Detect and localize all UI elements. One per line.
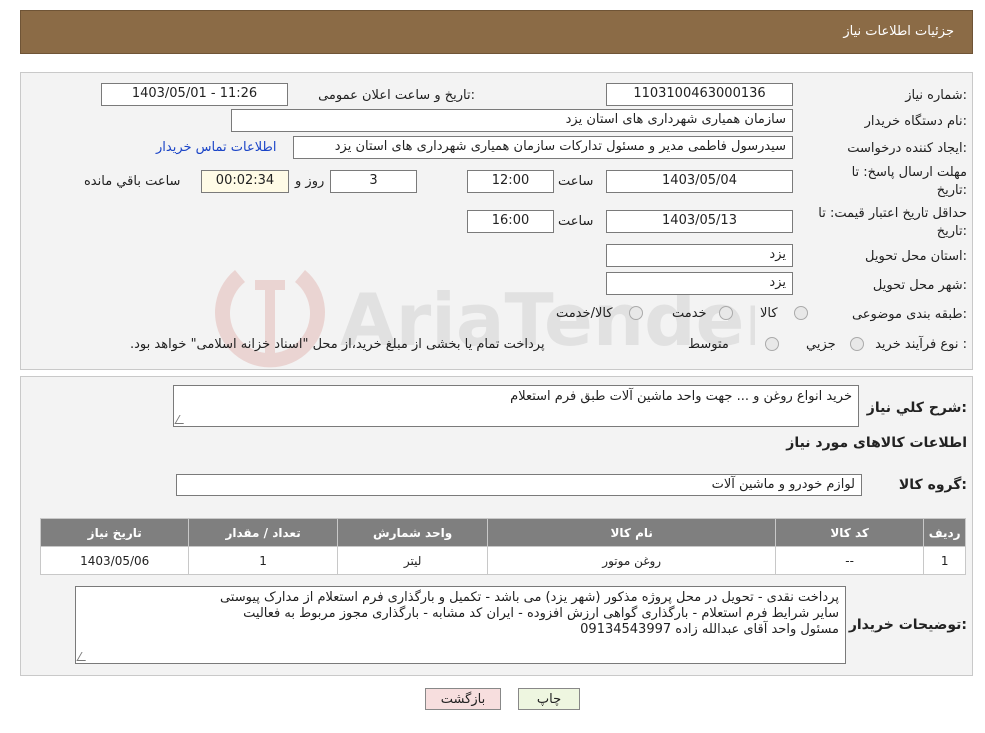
goods-info-title: اطلاعات کالاهای مورد نیاز [786,435,967,451]
days-field: 3 [330,170,417,193]
cell-qty: 1 [188,546,338,575]
cell-row: 1 [923,546,966,575]
items-table: ردیف کد کالا نام کالا واحد شمارش تعداد /… [39,518,966,575]
col-name: نام کالا [487,518,776,547]
cell-unit: لیتر [336,546,489,575]
col-qty: تعداد / مقدار [188,518,338,547]
desc-field[interactable]: خرید انواع روغن و ... جهت واحد ماشین آلا… [173,385,859,427]
group-label: گروه کالا: [898,477,967,493]
process-note: پرداخت تمام یا بخشی از مبلغ خرید،از محل … [130,337,545,352]
creator-label: ایجاد کننده درخواست: [847,141,967,156]
buyer-contact-link[interactable]: اطلاعات تماس خریدار [156,140,276,155]
validity-label-1: حداقل تاریخ اعتبار قیمت: تا [818,206,967,221]
col-code: کد کالا [774,518,925,547]
category-option-both: کالا/خدمت [556,306,613,321]
cell-name: روغن موتور [487,546,776,575]
city-label: شهر محل تحویل: [872,278,967,293]
category-option-service: خدمت [672,306,707,321]
notes-field[interactable]: پرداخت نقدی - تحویل در محل پروژه مذکور (… [75,586,846,664]
days-label: روز و [295,174,325,189]
buyer-field: سازمان همیاری شهرداری های استان یزد [231,109,793,132]
process-radio-medium[interactable] [765,337,779,351]
col-date: تاریخ نیاز [39,518,190,547]
print-button[interactable]: چاپ [518,688,580,710]
page-title: جزئیات اطلاعات نیاز [843,24,954,39]
table-row: 1 -- روغن موتور لیتر 1 1403/05/06 [39,546,966,575]
process-option-medium: متوسط [688,337,729,352]
process-label: نوع فرآیند خرید : [875,337,967,352]
page-header: جزئیات اطلاعات نیاز [20,10,973,54]
back-button[interactable]: بازگشت [425,688,501,710]
deadline-time-field: 12:00 [467,170,554,193]
deadline-label-1: مهلت ارسال پاسخ: تا [851,165,967,180]
process-option-minor: جزیي [806,337,836,352]
notes-line-2: سایر شرایط فرم استعلام - بارگذاری گواهی … [243,606,839,621]
remaining-time-field: 00:02:34 [201,170,289,193]
category-radio-both[interactable] [629,306,643,320]
validity-time-field: 16:00 [467,210,554,233]
resize-handle-icon[interactable] [174,415,189,424]
col-unit: واحد شمارش [336,518,489,547]
category-label: طبقه بندی موضوعی: [851,307,967,322]
items-table-header: ردیف کد کالا نام کالا واحد شمارش تعداد /… [39,518,966,547]
group-field: لوازم خودرو و ماشین آلات [176,474,862,496]
province-label: استان محل تحویل: [865,249,967,264]
desc-text: خرید انواع روغن و ... جهت واحد ماشین آلا… [510,389,852,404]
creator-field: سیدرسول فاطمی مدیر و مسئول تدارکات سازما… [293,136,793,159]
notes-line-1: پرداخت نقدی - تحویل در محل پروژه مذکور (… [219,590,839,605]
need-number-field: 1103100463000136 [606,83,793,106]
deadline-label-2: تاریخ: [936,183,967,198]
city-field: یزد [606,272,793,295]
province-field: یزد [606,244,793,267]
deadline-date-field: 1403/05/04 [606,170,793,193]
buyer-label: نام دستگاه خریدار: [864,114,967,129]
category-radio-service[interactable] [719,306,733,320]
notes-label: توضیحات خریدار: [848,617,967,633]
announce-label: تاریخ و ساعت اعلان عمومی: [318,88,475,103]
validity-label-2: تاریخ: [936,224,967,239]
desc-label: شرح کلي نیاز: [866,400,967,416]
need-number-label: شماره نیاز: [905,88,967,103]
process-radio-minor[interactable] [850,337,864,351]
notes-line-3: مسئول واحد آقای عبدالله زاده 09134543997 [580,622,839,637]
validity-date-field: 1403/05/13 [606,210,793,233]
deadline-time-label: ساعت [558,174,594,189]
resize-handle-icon[interactable] [76,652,91,661]
category-option-goods: کالا [760,306,778,321]
cell-date: 1403/05/06 [39,546,190,575]
remaining-label: ساعت باقي مانده [84,174,181,189]
category-radio-goods[interactable] [794,306,808,320]
col-row: ردیف [923,518,966,547]
validity-time-label: ساعت [558,214,594,229]
announce-field: 1403/05/01 - 11:26 [101,83,288,106]
cell-code: -- [774,546,925,575]
